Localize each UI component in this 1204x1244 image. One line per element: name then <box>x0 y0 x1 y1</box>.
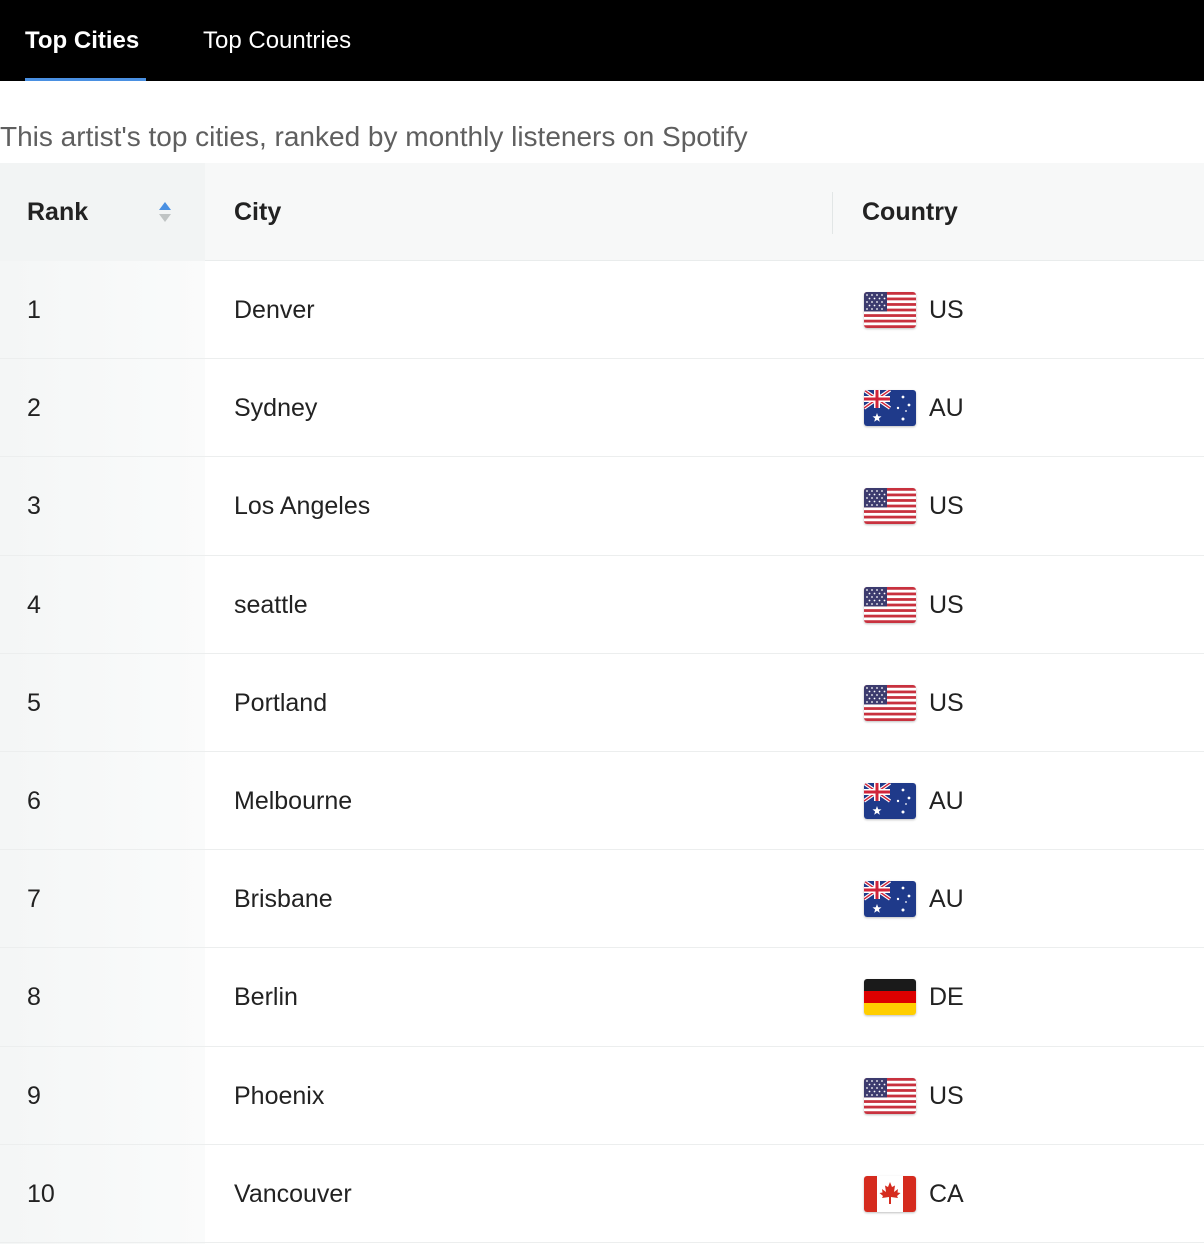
country-cell: CA <box>864 1145 964 1243</box>
table-row: 9 Phoenix US <box>0 1047 1204 1145</box>
city-cell: Melbourne <box>234 786 353 815</box>
city-cell: Brisbane <box>234 885 333 914</box>
rank-cell: 6 <box>27 786 41 815</box>
country-cell: AU <box>864 752 964 850</box>
tab-top-countries-label: Top Countries <box>203 27 352 54</box>
country-code: CA <box>929 1179 964 1208</box>
us-flag-icon <box>864 1077 916 1114</box>
country-code: US <box>929 492 964 521</box>
us-flag-icon <box>864 684 916 721</box>
country-cell: US <box>864 1047 964 1145</box>
us-flag-icon <box>864 292 916 328</box>
country-code: US <box>929 688 964 717</box>
table-row: 2 Sydney AU <box>0 359 1204 458</box>
au-flag-icon <box>864 881 916 918</box>
country-code: US <box>929 1081 964 1110</box>
rank-cell: 9 <box>27 1081 41 1110</box>
tab-top-cities[interactable]: Top Cities <box>25 0 146 81</box>
us-flag-icon <box>864 586 916 623</box>
table-row: 6 Melbourne AU <box>0 752 1204 851</box>
tab-top-countries[interactable]: Top Countries <box>203 0 373 81</box>
city-cell: Vancouver <box>234 1179 352 1208</box>
table-row: 5 Portland US <box>0 654 1204 752</box>
table-row: 10 Vancouver CA <box>0 1145 1204 1243</box>
country-code: DE <box>929 983 964 1012</box>
city-cell: seattle <box>234 590 308 619</box>
country-code: AU <box>929 786 964 815</box>
ca-flag-icon <box>864 1175 916 1212</box>
table-body: 1 Denver US 2 Sydney AU 3 Los Angeles US… <box>0 261 1204 1243</box>
rank-cell: 3 <box>27 492 41 521</box>
rank-cell: 1 <box>27 296 41 324</box>
sort-icon[interactable] <box>158 200 172 224</box>
rank-cell: 7 <box>27 885 41 914</box>
rank-cell: 2 <box>27 394 41 423</box>
country-cell: AU <box>864 850 964 948</box>
table-row: 3 Los Angeles US <box>0 457 1204 556</box>
us-flag-icon <box>864 488 916 525</box>
city-column-header: City <box>234 198 282 226</box>
country-column-header: Country <box>862 198 958 226</box>
rank-header-label: Rank <box>27 198 89 226</box>
table-row: 8 Berlin DE <box>0 948 1204 1047</box>
city-cell: Los Angeles <box>234 492 371 521</box>
rank-cell: 5 <box>27 688 41 717</box>
rank-cell: 8 <box>27 983 41 1012</box>
city-cell: Portland <box>234 688 328 717</box>
city-cell: Berlin <box>234 983 298 1012</box>
rank-column-header[interactable]: Rank <box>27 163 187 261</box>
au-flag-icon <box>864 390 916 427</box>
country-cell: US <box>864 654 964 752</box>
country-code: US <box>929 296 964 324</box>
country-code: AU <box>929 885 964 914</box>
country-cell: US <box>864 457 964 555</box>
tab-bar: Top Cities Top Countries <box>0 0 1204 81</box>
city-cell: Phoenix <box>234 1081 325 1110</box>
table-row: 4 seattle US <box>0 556 1204 654</box>
country-code: AU <box>929 394 964 423</box>
rank-cell: 10 <box>27 1179 55 1208</box>
de-flag-icon <box>864 979 916 1016</box>
country-code: US <box>929 590 964 619</box>
country-cell: US <box>864 556 964 654</box>
table-caption: This artist's top cities, ranked by mont… <box>0 121 748 152</box>
tab-top-cities-label: Top Cities <box>25 27 140 54</box>
column-divider <box>832 192 833 234</box>
table-row: 7 Brisbane AU <box>0 850 1204 949</box>
country-cell: US <box>864 261 964 359</box>
top-cities-table: Rank City Country 1 Denver US 2 Sydney A… <box>0 163 1204 1244</box>
active-tab-underline <box>25 78 146 81</box>
rank-cell: 4 <box>27 590 41 619</box>
table-row: 1 Denver US <box>0 261 1204 360</box>
country-cell: DE <box>864 948 964 1046</box>
city-cell: Denver <box>234 296 315 324</box>
au-flag-icon <box>864 782 916 819</box>
country-cell: AU <box>864 359 964 457</box>
table-header: Rank City Country <box>0 163 1204 261</box>
city-cell: Sydney <box>234 394 318 423</box>
